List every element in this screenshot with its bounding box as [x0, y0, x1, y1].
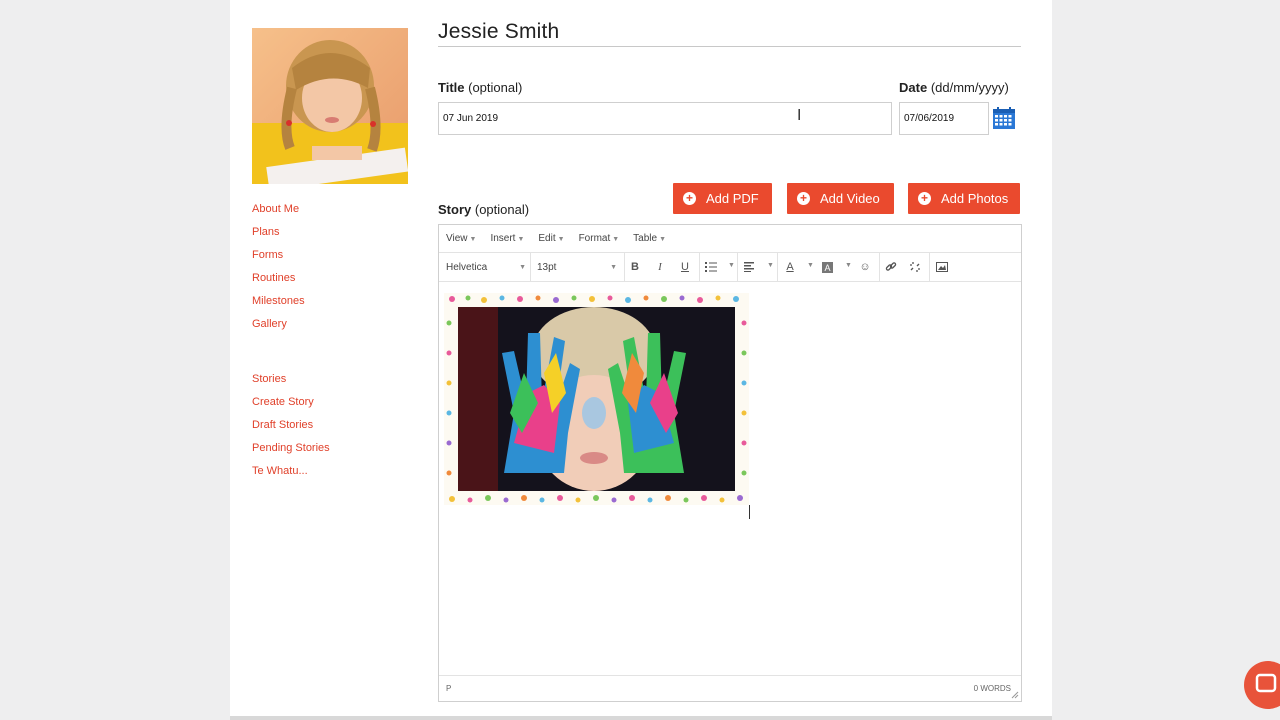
plus-circle-icon: + — [797, 192, 810, 205]
font-size-select[interactable]: 13pt ▼ — [537, 253, 617, 281]
menu-view-label: View — [446, 233, 468, 244]
date-input[interactable]: 07/06/2019 — [899, 102, 989, 135]
plus-circle-icon: + — [918, 192, 931, 205]
caret-down-icon: ▼ — [612, 236, 620, 243]
emoji-icon[interactable]: ☺ — [857, 259, 873, 275]
image-icon[interactable] — [934, 259, 950, 275]
underline-icon[interactable]: U — [677, 259, 693, 275]
caret-down-icon: ▼ — [610, 263, 617, 271]
profile-photo — [252, 28, 408, 184]
add-photos-button[interactable]: + Add Photos — [908, 183, 1020, 214]
add-photos-label: Add Photos — [941, 191, 1009, 206]
title-label: Title (optional) — [438, 80, 522, 95]
caret-down-icon[interactable]: ▼ — [807, 262, 814, 269]
story-label-text: Story — [438, 202, 472, 217]
unlink-icon[interactable] — [907, 259, 923, 275]
nav-plans[interactable]: Plans — [252, 223, 412, 246]
caret-down-icon: ▼ — [659, 236, 667, 243]
caret-down-icon: ▼ — [517, 236, 525, 243]
date-label-hint: (dd/mm/yyyy) — [930, 80, 1009, 95]
chat-icon[interactable] — [1244, 661, 1280, 709]
page-bottom-edge — [230, 716, 1052, 720]
title-label-text: Title — [438, 80, 465, 95]
add-video-label: Add Video — [820, 191, 880, 206]
editor-menubar: View ▼ Insert ▼ Edit ▼ Format ▼ Table ▼ — [439, 225, 1021, 253]
toolbar-divider — [699, 253, 700, 281]
date-label: Date (dd/mm/yyyy) — [899, 80, 1009, 95]
page-container: About Me Plans Forms Routines Milestones… — [230, 0, 1052, 720]
menu-format[interactable]: Format ▼ — [579, 233, 620, 244]
toolbar-divider — [879, 253, 880, 281]
caret-down-icon[interactable]: ▼ — [767, 262, 774, 269]
menu-edit[interactable]: Edit ▼ — [538, 233, 564, 244]
font-family-select[interactable]: Helvetica ▼ — [446, 253, 526, 281]
text-caret — [749, 505, 750, 519]
menu-edit-label: Edit — [538, 233, 556, 244]
plus-circle-icon: + — [683, 192, 696, 205]
caret-down-icon[interactable]: ▼ — [845, 262, 852, 269]
nav-draft-stories[interactable]: Draft Stories — [252, 416, 412, 439]
editor-toolbar: Helvetica ▼ 13pt ▼ B I U ▼ ▼ A ▼ A ▼ ☺ — [439, 253, 1021, 282]
toolbar-divider — [737, 253, 738, 281]
page-title: Jessie Smith — [438, 20, 560, 43]
title-divider — [438, 46, 1021, 47]
story-editor: View ▼ Insert ▼ Edit ▼ Format ▼ Table ▼ Helve… — [438, 224, 1022, 702]
menu-format-label: Format — [578, 233, 611, 244]
calendar-icon[interactable] — [992, 106, 1016, 130]
add-video-button[interactable]: + Add Video — [787, 183, 894, 214]
date-label-text: Date — [899, 80, 928, 95]
italic-icon[interactable]: I — [652, 259, 668, 275]
story-label: Story (optional) — [438, 202, 529, 217]
resize-handle-icon[interactable] — [1011, 691, 1019, 699]
menu-view[interactable]: View ▼ — [446, 233, 476, 244]
menu-table-label: Table — [633, 233, 658, 244]
title-input[interactable]: 07 Jun 2019 — [438, 102, 892, 135]
align-icon[interactable] — [742, 259, 758, 275]
caret-down-icon: ▼ — [519, 263, 526, 271]
word-count: 0 WORDS — [973, 684, 1011, 693]
story-label-hint: (optional) — [474, 202, 530, 217]
menu-insert-label: Insert — [490, 233, 516, 244]
add-pdf-label: Add PDF — [706, 191, 759, 206]
nav-milestones[interactable]: Milestones — [252, 292, 412, 315]
element-path[interactable]: P — [446, 684, 451, 693]
nav-pending-stories[interactable]: Pending Stories — [252, 439, 412, 462]
nav-about-me[interactable]: About Me — [252, 200, 412, 223]
caret-down-icon: ▼ — [469, 236, 477, 243]
title-label-hint: (optional) — [468, 80, 523, 95]
sidebar-nav: About Me Plans Forms Routines Milestones… — [252, 200, 412, 485]
nav-create-story[interactable]: Create Story — [252, 393, 412, 416]
svg-text:A: A — [824, 263, 830, 273]
bullet-list-icon[interactable] — [703, 259, 719, 275]
add-pdf-button[interactable]: + Add PDF — [673, 183, 772, 214]
font-family-value: Helvetica — [446, 261, 488, 273]
menu-insert[interactable]: Insert ▼ — [490, 233, 524, 244]
text-color-icon[interactable]: A — [782, 259, 798, 275]
nav-routines[interactable]: Routines — [252, 269, 412, 292]
toolbar-divider — [929, 253, 930, 281]
nav-forms[interactable]: Forms — [252, 246, 412, 269]
link-icon[interactable] — [883, 259, 899, 275]
nav-gallery[interactable]: Gallery — [252, 315, 412, 338]
editor-statusbar: P 0 WORDS — [439, 675, 1021, 701]
bold-icon[interactable]: B — [627, 259, 643, 275]
caret-down-icon: ▼ — [557, 236, 565, 243]
toolbar-divider — [624, 253, 625, 281]
nav-te-whatu[interactable]: Te Whatu... — [252, 462, 412, 485]
background-color-icon[interactable]: A — [819, 259, 835, 275]
menu-table[interactable]: Table ▼ — [633, 233, 666, 244]
editor-content-area[interactable] — [439, 283, 1021, 675]
toolbar-divider — [530, 253, 531, 281]
story-image[interactable] — [444, 293, 749, 505]
text-cursor-icon: I — [797, 106, 802, 124]
font-size-value: 13pt — [537, 261, 557, 273]
caret-down-icon[interactable]: ▼ — [728, 262, 735, 269]
toolbar-divider — [777, 253, 778, 281]
nav-stories[interactable]: Stories — [252, 370, 412, 393]
